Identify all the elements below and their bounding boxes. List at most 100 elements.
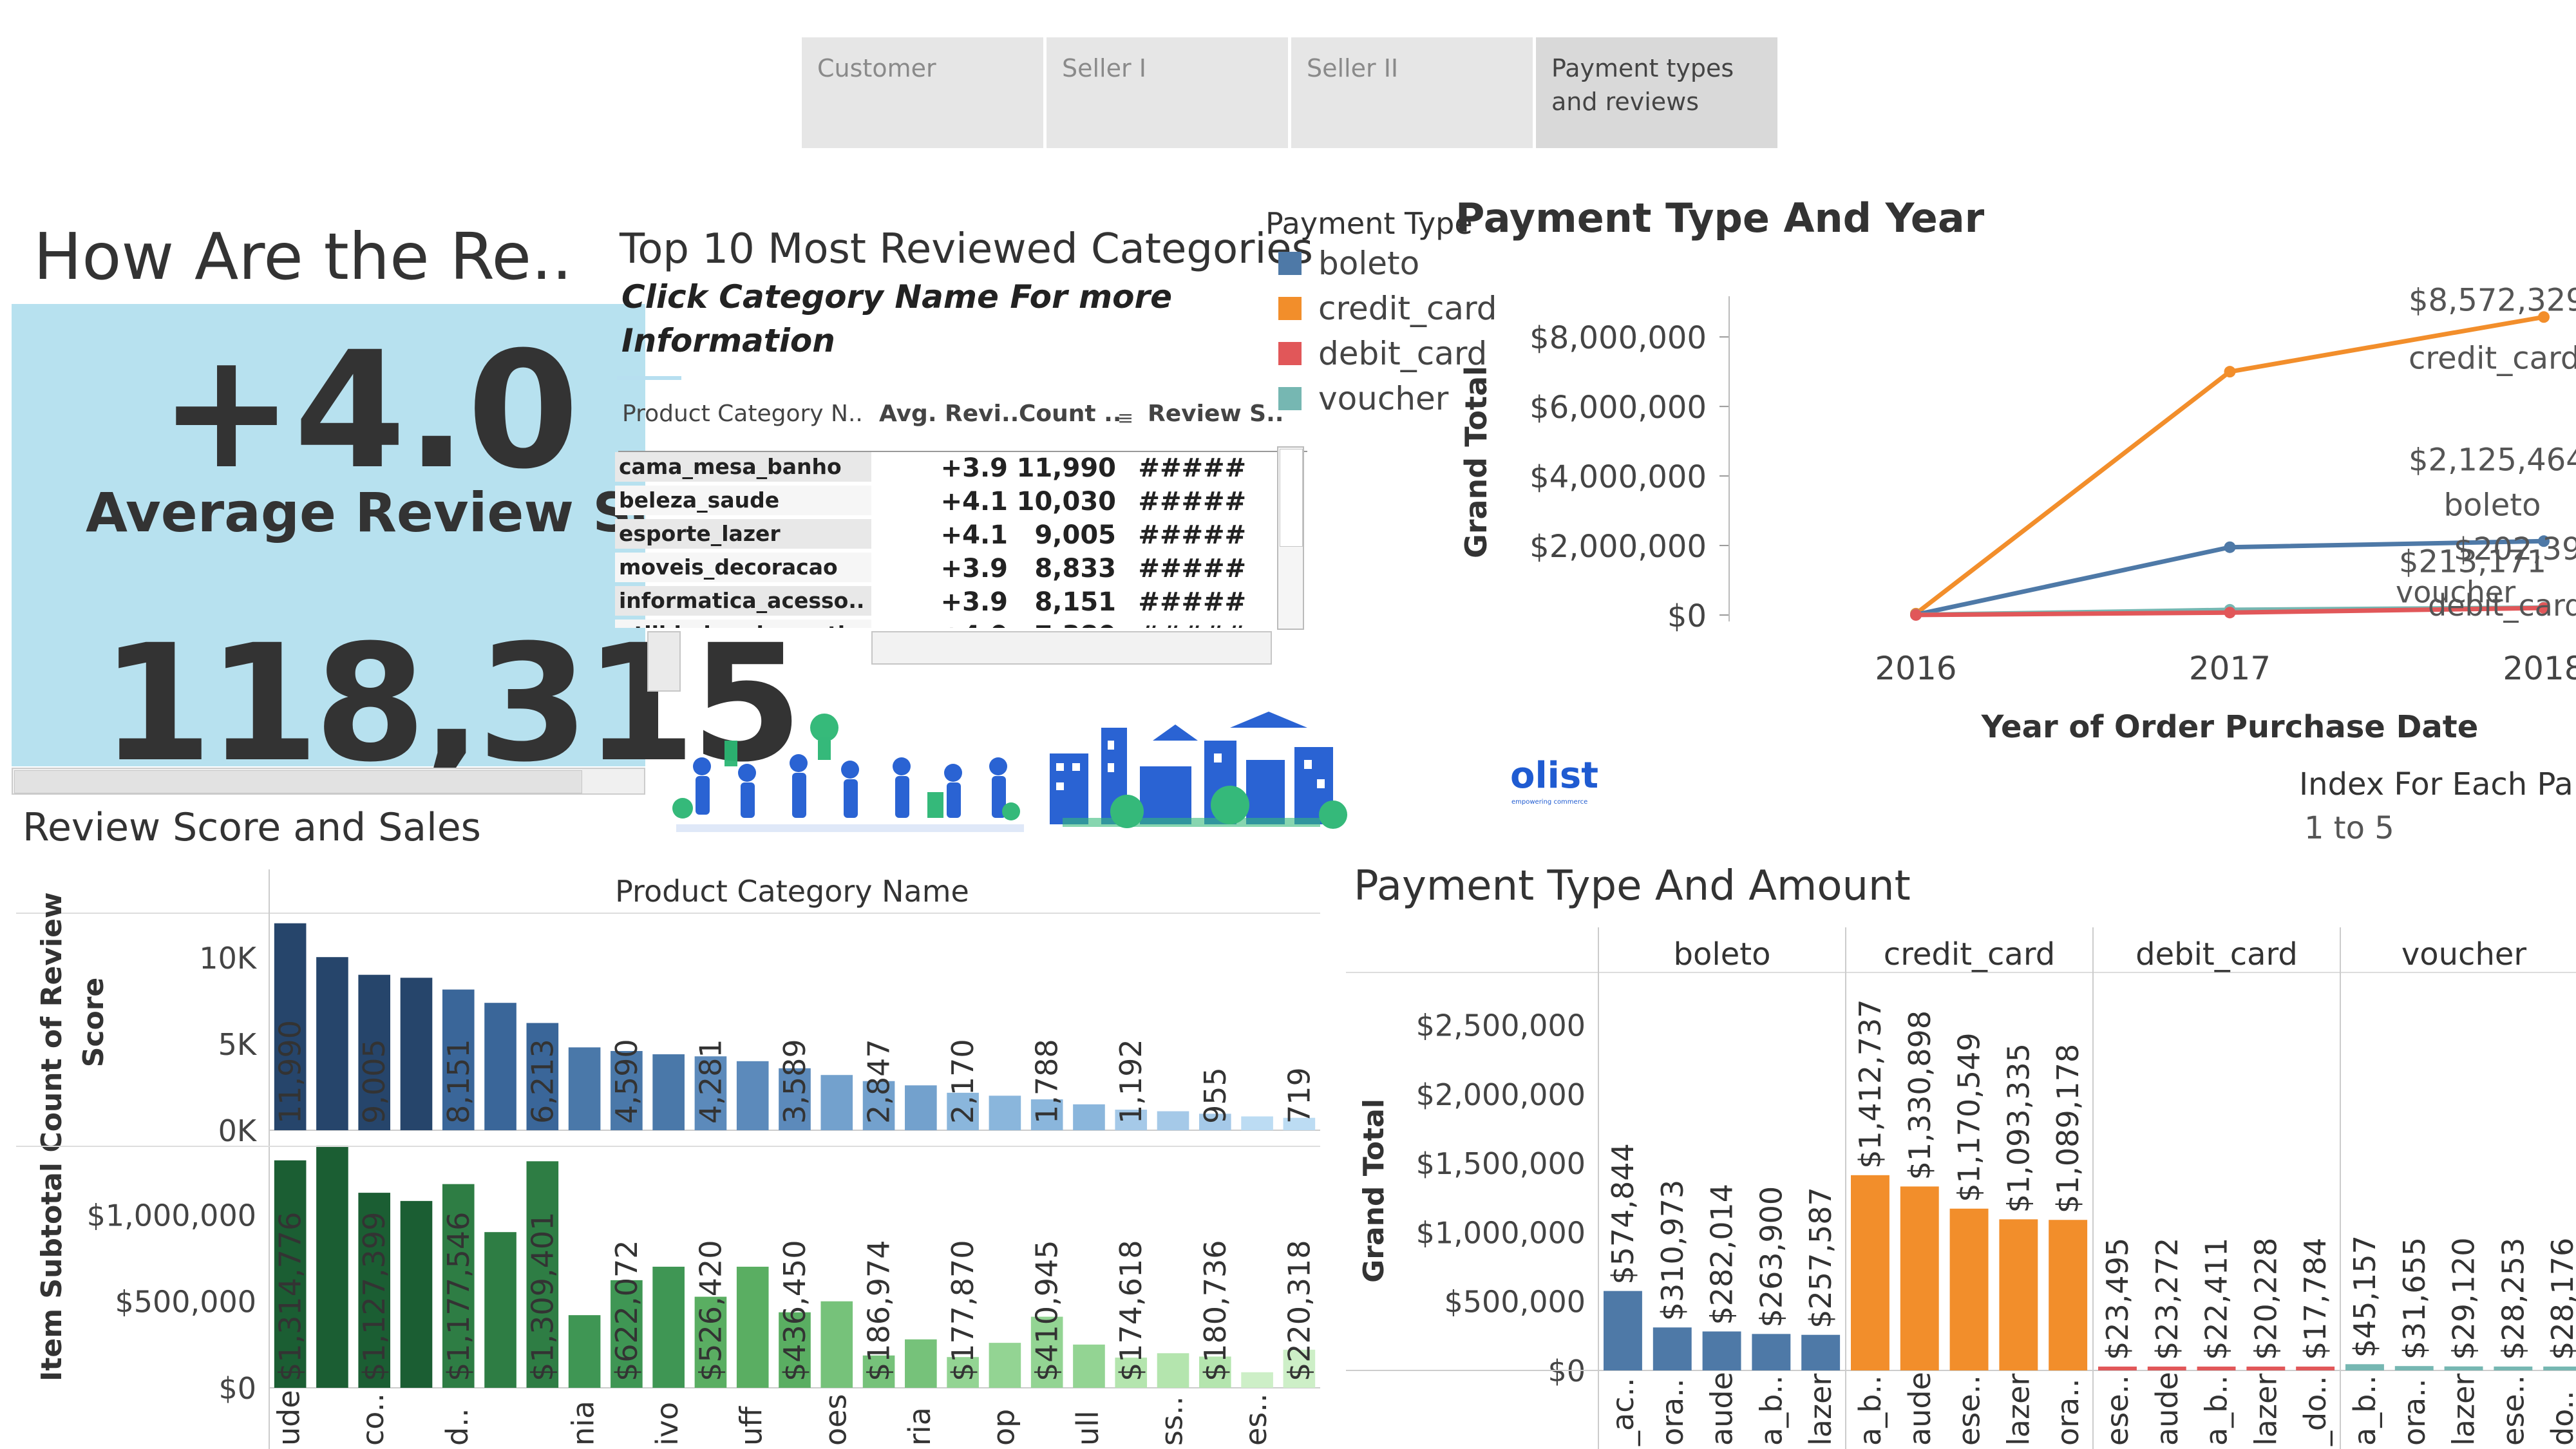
bar[interactable] xyxy=(2246,1367,2286,1370)
table-row[interactable]: cama_mesa_banho +3.9 11,990 ##### xyxy=(615,451,1278,484)
col-header-category[interactable]: Product Category N.. xyxy=(622,401,863,427)
bar[interactable] xyxy=(1900,1186,1939,1370)
bar[interactable] xyxy=(1157,1353,1189,1388)
group-header: voucher xyxy=(2401,936,2527,972)
end-series-label: boleto xyxy=(2444,487,2541,523)
scrollbar-thumb[interactable] xyxy=(1280,449,1303,547)
legend-label: boleto xyxy=(1318,245,1420,282)
sort-icon[interactable]: ≡ xyxy=(1117,407,1133,430)
table-vscrollbar[interactable] xyxy=(1277,446,1304,630)
bar[interactable] xyxy=(2543,1366,2576,1370)
table-row[interactable]: utilidades_domestic.. +4.07,380 ##### xyxy=(615,618,1278,628)
olist-tagline: empowering commerce xyxy=(1511,799,1588,806)
tab-customer[interactable]: Customer xyxy=(802,37,1043,148)
table-hscrollbar[interactable] xyxy=(871,631,1272,665)
bar[interactable] xyxy=(989,1095,1021,1130)
divider xyxy=(617,376,681,380)
table-row[interactable]: esporte_lazer +4.1 9,005 ##### xyxy=(615,518,1278,551)
bar[interactable] xyxy=(568,1047,601,1130)
x-tick-label: ora.. xyxy=(2397,1379,2432,1446)
table-scroll-left[interactable] xyxy=(647,631,681,692)
bar[interactable] xyxy=(1157,1111,1189,1130)
cell-review-score: ##### xyxy=(1138,487,1246,516)
bar[interactable] xyxy=(1702,1331,1741,1370)
bar[interactable] xyxy=(1604,1291,1642,1370)
bar[interactable] xyxy=(1851,1175,1889,1370)
index-filter-value[interactable]: 1 to 5 xyxy=(2304,810,2394,846)
top10-subtitle-1: Click Category Name For more xyxy=(621,278,1173,316)
bar[interactable] xyxy=(2444,1366,2483,1370)
bar[interactable] xyxy=(652,1266,685,1388)
bar[interactable] xyxy=(400,978,433,1130)
data-label: $1,127,399 xyxy=(357,1212,392,1381)
data-label: 8,151 xyxy=(441,1039,476,1124)
bar[interactable] xyxy=(1949,1208,1989,1370)
tab-seller-2[interactable]: Seller II xyxy=(1291,37,1533,148)
data-label: $45,157 xyxy=(2347,1235,2382,1358)
bar[interactable] xyxy=(820,1301,853,1388)
bar[interactable] xyxy=(820,1075,853,1130)
data-point[interactable] xyxy=(2224,607,2236,619)
bar[interactable] xyxy=(989,1343,1021,1388)
data-label: $174,618 xyxy=(1113,1240,1148,1382)
bar[interactable] xyxy=(316,1145,348,1388)
x-tick-label: a_b.. xyxy=(1853,1375,1888,1446)
end-value-label: $202,397 xyxy=(2454,531,2576,567)
bar[interactable] xyxy=(484,1003,516,1130)
bar[interactable] xyxy=(484,1232,516,1388)
bar[interactable] xyxy=(2049,1220,2088,1370)
top10-header: Product Category N.. Avg. Revi.. Count .… xyxy=(618,386,1307,452)
bar[interactable] xyxy=(2394,1366,2434,1370)
bar[interactable] xyxy=(1241,1372,1273,1388)
data-point[interactable] xyxy=(1910,609,1922,621)
bar[interactable] xyxy=(736,1061,769,1130)
y-axis-label: Score xyxy=(77,978,110,1068)
cell-count: 11,990 xyxy=(1016,453,1116,483)
bar[interactable] xyxy=(2345,1364,2384,1370)
bar[interactable] xyxy=(1752,1334,1791,1370)
cell-review-score: ##### xyxy=(1138,587,1246,617)
x-tick-label: a_b.. xyxy=(2347,1375,2382,1446)
bar[interactable] xyxy=(1073,1104,1105,1130)
table-row[interactable]: moveis_decoracao +3.9 8,833 ##### xyxy=(615,551,1278,585)
data-point[interactable] xyxy=(2224,541,2236,553)
dashboard-title: How Are the Re.. xyxy=(33,219,573,294)
tab-seller-1[interactable]: Seller I xyxy=(1046,37,1288,148)
group-header: debit_card xyxy=(2136,936,2298,972)
col-header-review[interactable]: Review S.. xyxy=(1148,401,1283,427)
tab-payment-reviews[interactable]: Payment types and reviews xyxy=(1536,37,1777,148)
bar[interactable] xyxy=(1653,1327,1692,1370)
x-tick-label: op xyxy=(986,1409,1021,1446)
col-header-count[interactable]: Count .. xyxy=(1019,401,1122,427)
bar[interactable] xyxy=(1999,1219,2038,1370)
bar[interactable] xyxy=(316,957,348,1130)
data-label: 9,005 xyxy=(357,1039,392,1124)
bar[interactable] xyxy=(905,1085,937,1130)
scrollbar-thumb[interactable] xyxy=(14,770,582,793)
table-row[interactable]: informatica_acesso.. +3.9 8,151 ##### xyxy=(615,585,1278,618)
bar[interactable] xyxy=(2098,1367,2137,1370)
cell-category: beleza_saude xyxy=(615,486,871,515)
bar[interactable] xyxy=(1241,1116,1273,1130)
bar[interactable] xyxy=(2494,1366,2533,1370)
y-tick-label: $500,000 xyxy=(115,1285,257,1320)
tab-label: Seller II xyxy=(1307,54,1399,82)
bar[interactable] xyxy=(905,1339,937,1388)
table-row[interactable]: beleza_saude +4.1 10,030 ##### xyxy=(615,484,1278,518)
cell-count: 9,005 xyxy=(1034,520,1116,550)
data-point[interactable] xyxy=(2224,366,2236,378)
kpi-scrollbar[interactable] xyxy=(12,768,645,795)
bar[interactable] xyxy=(2147,1367,2186,1370)
bar[interactable] xyxy=(1073,1344,1105,1388)
legend-label: voucher xyxy=(1318,380,1449,417)
cell-avg-review: +3.9 xyxy=(940,587,1008,617)
bar[interactable] xyxy=(568,1315,601,1388)
data-label: 4,281 xyxy=(693,1039,728,1124)
bar[interactable] xyxy=(736,1266,769,1388)
bar[interactable] xyxy=(652,1054,685,1130)
col-header-avg[interactable]: Avg. Revi.. xyxy=(879,401,1019,427)
bar[interactable] xyxy=(2296,1367,2335,1370)
bar[interactable] xyxy=(1801,1334,1841,1370)
bar[interactable] xyxy=(2197,1367,2236,1370)
bar[interactable] xyxy=(400,1200,433,1388)
